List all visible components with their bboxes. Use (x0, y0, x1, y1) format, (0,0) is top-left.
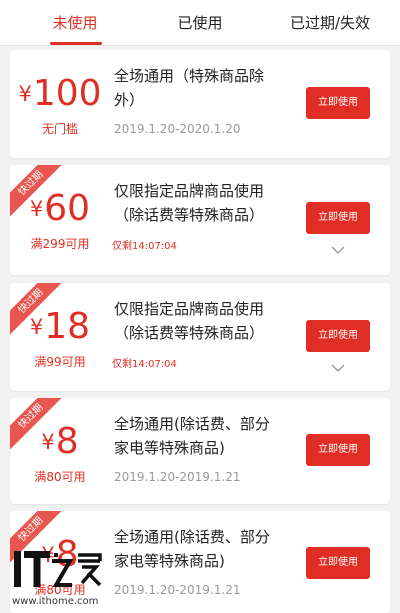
coupon-validity-date: 2019.1.20-2019.1.21 (114, 470, 241, 484)
active-tab-indicator (50, 42, 102, 45)
use-now-button[interactable]: 立即使用 (306, 547, 370, 579)
currency-symbol: ¥ (18, 82, 32, 106)
coupon-description: 全场通用（特殊商品除外） (114, 67, 265, 109)
coupon-price: ¥18 (10, 305, 110, 349)
coupon-condition: 满80可用 (34, 470, 86, 484)
use-now-button[interactable]: 立即使用 (306, 87, 370, 119)
use-now-button[interactable]: 立即使用 (306, 320, 370, 352)
coupon-condition: 满299可用 (30, 237, 90, 251)
coupon-amount: 18 (44, 306, 91, 347)
chevron-down-icon[interactable] (331, 363, 345, 373)
ithome-watermark-logo (14, 551, 102, 587)
use-now-button[interactable]: 立即使用 (306, 434, 370, 466)
coupon-price: ¥8 (10, 420, 110, 464)
coupon-card: ¥100 无门槛 全场通用（特殊商品除外） 2019.1.20-2020.1.2… (10, 50, 390, 158)
coupon-card: 快过期 ¥60 满299可用 仅限指定品牌商品使用（除话费等特殊商品） 仅剩14… (10, 165, 390, 275)
coupon-card: 快过期 ¥18 满99可用 仅限指定品牌商品使用（除话费等特殊商品） 仅剩14:… (10, 283, 390, 391)
watermark-url: www.ithome.com (12, 596, 99, 607)
currency-symbol: ¥ (41, 430, 55, 454)
currency-symbol: ¥ (29, 315, 44, 339)
currency-symbol: ¥ (29, 197, 44, 221)
coupon-amount: 60 (44, 188, 91, 229)
coupon-price: ¥60 (10, 187, 110, 231)
coupon-condition: 无门槛 (41, 122, 78, 136)
coupon-tab-bar: 未使用 已使用 已过期/失效 (0, 0, 400, 46)
coupon-description: 仅限指定品牌商品使用（除话费等特殊商品） (114, 182, 265, 224)
coupon-validity-date: 2019.1.20-2019.1.21 (114, 583, 241, 597)
use-now-button[interactable]: 立即使用 (306, 202, 370, 234)
coupon-condition: 满99可用 (34, 355, 86, 369)
coupon-remaining-time: 仅剩14:07:04 (112, 241, 177, 252)
coupon-amount: 100 (32, 73, 102, 114)
chevron-down-icon[interactable] (331, 245, 345, 255)
coupon-validity-date: 2019.1.20-2020.1.20 (114, 122, 241, 136)
coupon-card: 快过期 ¥8 满80可用 全场通用(除话费、部分家电等特殊商品) 2019.1.… (10, 398, 390, 504)
coupon-description: 全场通用(除话费、部分家电等特殊商品) (114, 415, 270, 457)
coupon-remaining-time: 仅剩14:07:04 (112, 359, 177, 370)
coupon-price: ¥100 (10, 72, 110, 116)
tab-used[interactable]: 已使用 (155, 0, 245, 46)
tab-unused[interactable]: 未使用 (30, 0, 120, 46)
coupon-description: 全场通用(除话费、部分家电等特殊商品) (114, 528, 270, 570)
tab-expired[interactable]: 已过期/失效 (260, 0, 400, 46)
coupon-description: 仅限指定品牌商品使用（除话费等特殊商品） (114, 300, 265, 342)
coupon-amount: 8 (55, 421, 79, 462)
